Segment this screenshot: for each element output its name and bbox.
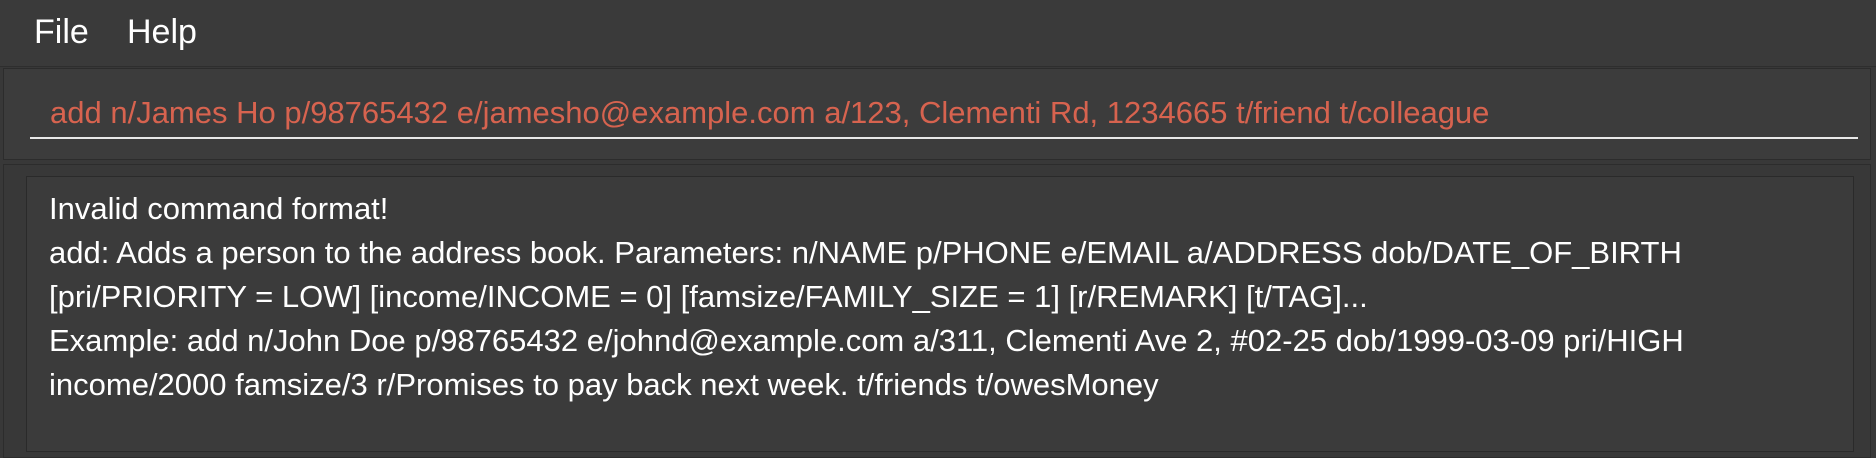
- result-display-panel: Invalid command format! add: Adds a pers…: [3, 164, 1871, 458]
- result-line-usage: add: Adds a person to the address book. …: [49, 235, 1682, 270]
- result-display[interactable]: Invalid command format! add: Adds a pers…: [26, 176, 1854, 452]
- menu-file[interactable]: File: [28, 10, 95, 54]
- result-line-example: Example: add n/John Doe p/98765432 e/joh…: [49, 323, 1684, 358]
- result-line-usage-optional: [pri/PRIORITY = LOW] [income/INCOME = 0]…: [49, 279, 1368, 314]
- result-line-example-cont: income/2000 famsize/3 r/Promises to pay …: [49, 367, 1159, 402]
- command-input[interactable]: [30, 89, 1858, 139]
- result-line-error: Invalid command format!: [49, 191, 389, 226]
- menu-help[interactable]: Help: [121, 10, 203, 54]
- command-box-panel: [3, 68, 1871, 160]
- menu-bar: File Help: [0, 0, 1876, 67]
